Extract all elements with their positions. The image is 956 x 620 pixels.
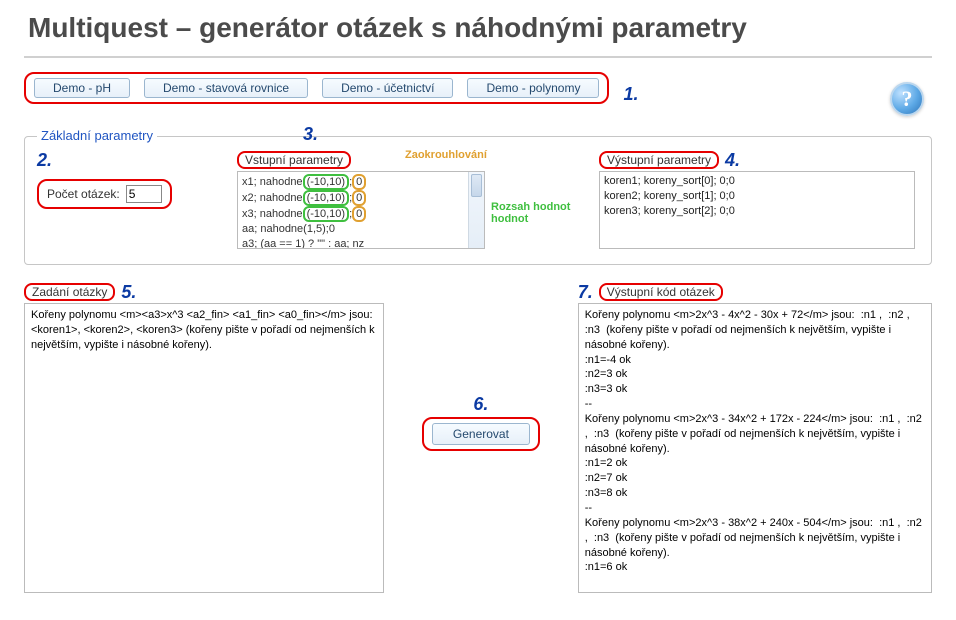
- output-code-label: Výstupní kód otázek: [599, 283, 723, 301]
- scrollbar[interactable]: [468, 172, 484, 248]
- input-params-label: Vstupní parametry: [237, 151, 351, 169]
- demo-ph-button[interactable]: Demo - pH: [34, 78, 130, 98]
- step-4-marker: 4.: [725, 151, 740, 169]
- step-6-marker: 6.: [473, 395, 488, 413]
- step-5-marker: 5.: [121, 283, 136, 301]
- question-count-input[interactable]: [126, 185, 162, 203]
- generate-box: Generovat: [422, 417, 540, 451]
- range-annotation: Rozsah hodnot: [491, 201, 570, 213]
- basic-params-legend: Základní parametry: [37, 128, 157, 143]
- step-1-marker: 1.: [623, 85, 638, 103]
- output-code-textarea[interactable]: [578, 303, 932, 593]
- demo-polynomy-button[interactable]: Demo - polynomy: [467, 78, 599, 98]
- demo-stavova-button[interactable]: Demo - stavová rovnice: [144, 78, 308, 98]
- input-params-textarea[interactable]: x1; nahodne(-10,10);0x2; nahodne(-10,10)…: [237, 171, 485, 249]
- step-3-marker: 3.: [303, 125, 318, 143]
- question-text-label: Zadání otázky: [24, 283, 115, 301]
- page-title: Multiquest – generátor otázek s náhodným…: [28, 12, 932, 44]
- rounding-annotation: Zaokrouhlování: [405, 149, 487, 161]
- help-icon[interactable]: [890, 82, 924, 116]
- demo-ucetnictvi-button[interactable]: Demo - účetnictví: [322, 78, 453, 98]
- demo-buttons-group: Demo - pH Demo - stavová rovnice Demo - …: [24, 72, 609, 104]
- step-2-marker: 2.: [37, 151, 52, 169]
- question-count-label: Počet otázek:: [47, 187, 120, 201]
- question-text-textarea[interactable]: [24, 303, 384, 593]
- question-count-box: Počet otázek:: [37, 179, 172, 209]
- generate-button[interactable]: Generovat: [432, 423, 530, 445]
- basic-params-fieldset: Základní parametry 2. Počet otázek: Vstu…: [24, 136, 932, 265]
- step-7-marker: 7.: [578, 283, 593, 301]
- output-params-label: Výstupní parametry: [599, 151, 719, 169]
- output-params-textarea[interactable]: [599, 171, 915, 249]
- range-annotation-2: hodnot: [491, 213, 528, 225]
- title-underline: [24, 56, 932, 58]
